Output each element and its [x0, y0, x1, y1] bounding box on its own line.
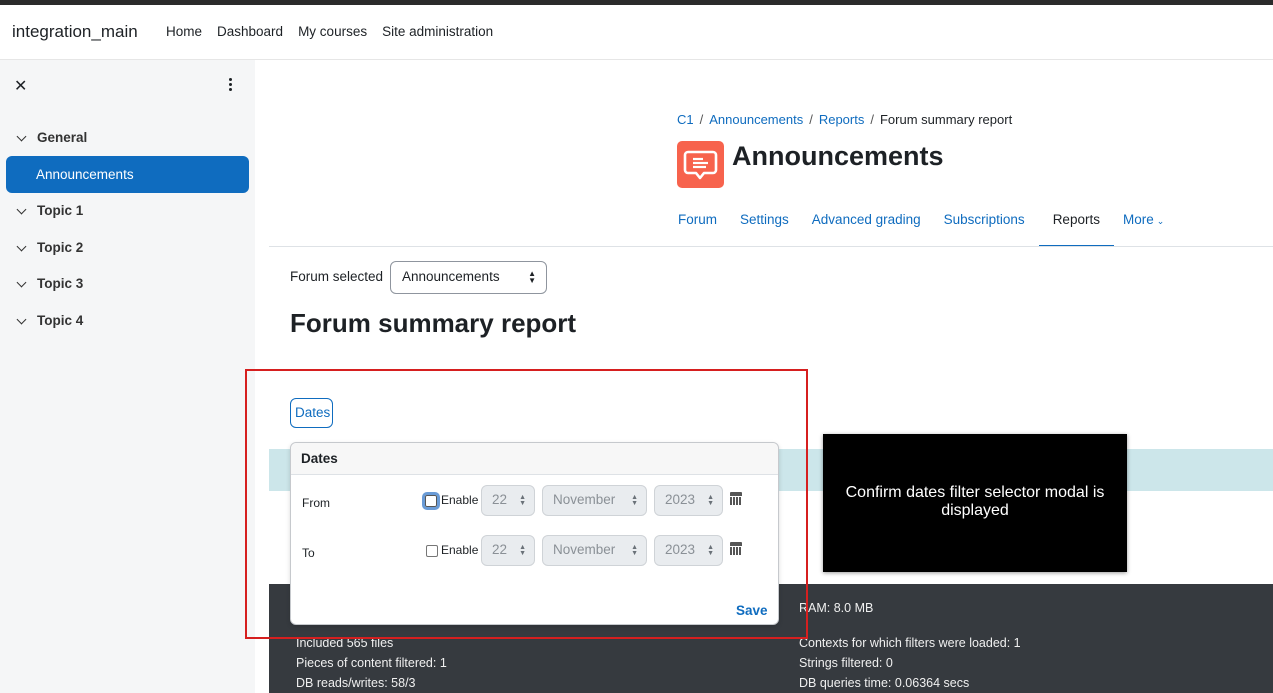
secondary-navigation: Forum Settings Advanced grading Subscrip…	[669, 210, 1178, 247]
tab-settings[interactable]: Settings	[731, 210, 803, 247]
section-topic-3[interactable]: Topic 3	[16, 276, 83, 291]
close-icon[interactable]: ✕	[14, 76, 27, 96]
chevron-down-icon[interactable]	[16, 277, 27, 287]
tab-more-label: More	[1122, 212, 1154, 227]
forum-select-value: Announcements	[402, 269, 500, 284]
section-label: Topic 2	[37, 240, 84, 255]
chevron-down-icon[interactable]	[16, 241, 27, 251]
breadcrumb-announcements[interactable]: Announcements	[709, 112, 803, 127]
course-index-drawer: ✕ General Announcements Topic 1 Topic 2 …	[0, 60, 255, 693]
chevron-down-icon[interactable]	[16, 131, 27, 141]
report-title: Forum summary report	[290, 308, 577, 338]
site-brand[interactable]: integration_main	[12, 22, 138, 42]
section-label: Topic 3	[37, 276, 84, 291]
navbar: integration_main Home Dashboard My cours…	[0, 5, 1273, 60]
select-arrows-icon: ▲ ▼	[528, 269, 536, 285]
breadcrumb: C1/Announcements / Reports / Forum summary r…	[677, 112, 1013, 127]
tab-forum[interactable]: Forum	[669, 210, 731, 247]
annotation-caption: Confirm dates filter selector modal is d…	[823, 434, 1127, 572]
section-topic-1[interactable]: Topic 1	[16, 203, 83, 218]
nav-my-courses[interactable]: My courses	[298, 24, 367, 39]
footer-pieces-filtered: Pieces of content filtered: 1	[296, 656, 447, 670]
footer-db-queries-time: DB queries time: 0.06364 secs	[799, 676, 970, 690]
chevron-down-icon[interactable]	[16, 204, 27, 214]
kebab-menu-icon[interactable]	[229, 78, 233, 93]
tab-reports[interactable]: Reports	[1038, 210, 1114, 247]
chevron-down-icon[interactable]	[16, 314, 27, 324]
footer-db-reads-writes: DB reads/writes: 58/3	[296, 676, 416, 690]
tab-advanced-grading[interactable]: Advanced grading	[803, 210, 935, 247]
footer-ram: RAM: 8.0 MB	[799, 601, 874, 615]
nav-home[interactable]: Home	[166, 24, 202, 39]
section-topic-4[interactable]: Topic 4	[16, 313, 83, 328]
section-label: Topic 1	[37, 203, 84, 218]
tab-subscriptions[interactable]: Subscriptions	[935, 210, 1039, 247]
forum-selected-label: Forum selected	[290, 269, 384, 284]
tabs-divider	[269, 246, 1273, 247]
nav-site-administration[interactable]: Site administration	[382, 24, 493, 39]
section-topic-2[interactable]: Topic 2	[16, 240, 83, 255]
section-label: Topic 4	[37, 313, 84, 328]
highlight-box	[245, 369, 808, 639]
footer-contexts: Contexts for which filters were loaded: …	[799, 636, 1021, 650]
section-general[interactable]: General	[16, 130, 87, 145]
forum-icon	[677, 141, 724, 188]
breadcrumb-reports[interactable]: Reports	[819, 112, 865, 127]
primary-navigation: Home Dashboard My courses Site administr…	[166, 24, 493, 39]
tab-more[interactable]: More ⌄	[1114, 210, 1178, 247]
section-label: General	[37, 130, 88, 145]
footer-strings-filtered: Strings filtered: 0	[799, 656, 893, 670]
breadcrumb-c1[interactable]: C1	[677, 112, 694, 127]
nav-dashboard[interactable]: Dashboard	[217, 24, 283, 39]
course-index-item-announcements[interactable]: Announcements	[6, 156, 249, 193]
forum-select[interactable]: Announcements ▲ ▼	[390, 261, 547, 294]
page-title: Announcements	[732, 141, 944, 171]
chevron-down-icon: ⌄	[1156, 216, 1165, 226]
breadcrumb-current: Forum summary report	[879, 112, 1013, 127]
